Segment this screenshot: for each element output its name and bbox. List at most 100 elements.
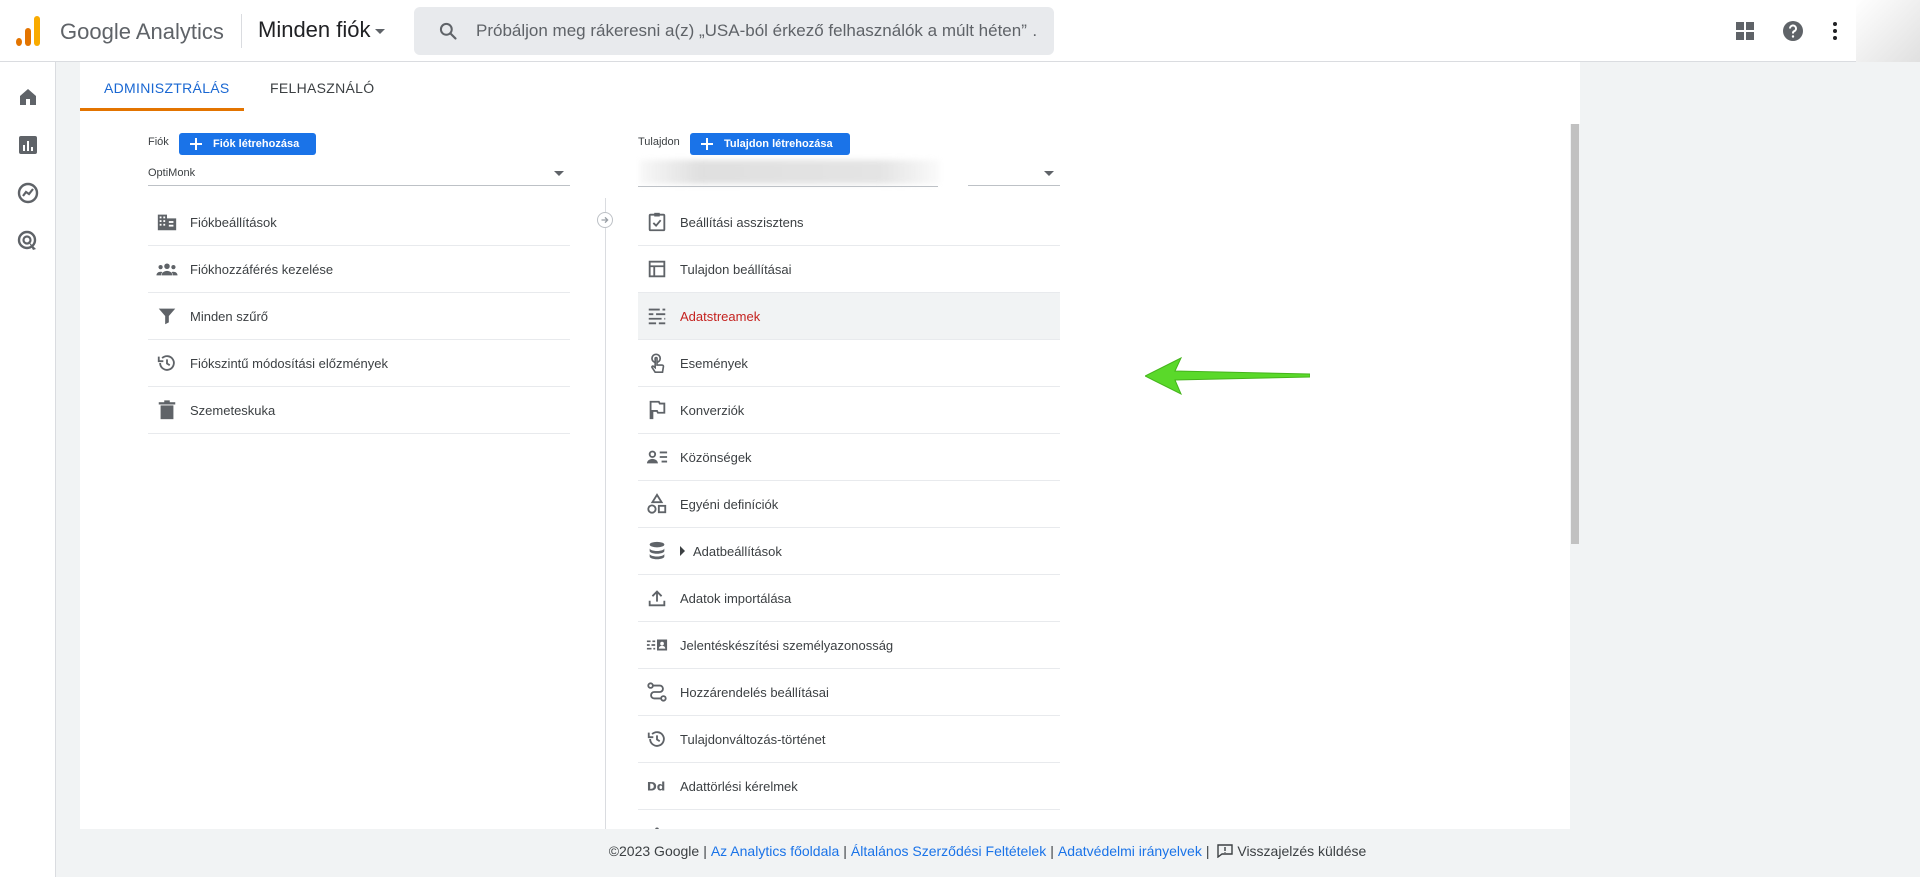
more-vert-icon[interactable] bbox=[1823, 19, 1847, 43]
search-icon bbox=[439, 22, 457, 40]
annotation-green-arrow-icon bbox=[1145, 356, 1310, 396]
expand-arrow-icon bbox=[680, 546, 685, 556]
dropdown-arrow-icon bbox=[554, 171, 564, 176]
menu-item-events[interactable]: Események bbox=[638, 340, 1060, 387]
menu-item-trash[interactable]: Szemeteskuka bbox=[148, 387, 570, 434]
menu-item-account-change-history[interactable]: Fiókszintű módosítási előzmények bbox=[148, 340, 570, 387]
app-name[interactable]: Google Analytics bbox=[60, 19, 224, 45]
search-input[interactable] bbox=[476, 19, 1036, 43]
partial-item-icon bbox=[655, 827, 659, 829]
feedback-icon bbox=[1217, 844, 1234, 858]
touch-icon bbox=[651, 353, 665, 373]
avatar[interactable] bbox=[1856, 0, 1920, 62]
plus-icon bbox=[190, 138, 202, 150]
menu-item-label: Fiókhozzáférés kezelése bbox=[190, 262, 334, 277]
menu-item-reporting-identity[interactable]: Jelentéskészítési személyazonosság bbox=[638, 622, 1060, 669]
property-dropdown-underline bbox=[638, 186, 938, 187]
menu-item-audiences[interactable]: Közönségek bbox=[638, 434, 1060, 481]
analytics-home-link[interactable]: Az Analytics főoldala bbox=[711, 843, 839, 859]
move-arrow-icon bbox=[597, 212, 613, 228]
copyright-text: ©2023 Google bbox=[608, 843, 700, 859]
menu-item-data-streams[interactable]: Adatstreamek bbox=[638, 293, 1060, 340]
top-app-bar: Google Analytics Minden fiók bbox=[0, 0, 1920, 62]
caret-down-icon bbox=[374, 28, 385, 34]
dropdown-arrow-icon bbox=[1044, 171, 1054, 176]
menu-item-setup-assistant[interactable]: Beállítási asszisztens bbox=[638, 199, 1060, 246]
menu-item-label: Események bbox=[680, 356, 748, 371]
menu-item-label: Adattörlési kérelmek bbox=[680, 779, 798, 794]
trash-icon bbox=[158, 400, 176, 420]
menu-item-account-access[interactable]: Fiókhozzáférés kezelése bbox=[148, 246, 570, 293]
menu-item-label: Közönségek bbox=[680, 450, 752, 465]
tab-administration[interactable]: ADMINISZTRÁLÁS bbox=[104, 80, 230, 96]
upload-icon bbox=[648, 590, 666, 607]
people-icon bbox=[156, 263, 178, 276]
shapes-icon bbox=[647, 493, 667, 514]
account-column-label: Fiók bbox=[148, 136, 169, 148]
separator: | bbox=[1205, 843, 1210, 859]
menu-item-partial[interactable] bbox=[638, 810, 1060, 829]
menu-item-data-settings[interactable]: Adatbeállítások bbox=[638, 528, 1060, 575]
svg-text:Dd: Dd bbox=[647, 780, 665, 794]
identity-icon bbox=[646, 639, 668, 651]
checklist-icon bbox=[648, 212, 666, 232]
active-tab-indicator bbox=[80, 108, 244, 111]
explore-icon[interactable] bbox=[16, 181, 40, 205]
analytics-logo-icon[interactable] bbox=[14, 16, 42, 46]
data-streams-icon bbox=[648, 308, 666, 325]
menu-item-data-import[interactable]: Adatok importálása bbox=[638, 575, 1060, 622]
reports-icon[interactable] bbox=[16, 133, 40, 157]
page-footer: ©2023 Google | Az Analytics főoldala | Által… bbox=[0, 843, 1920, 859]
menu-item-label: Fiókszintű módosítási előzmények bbox=[190, 356, 388, 371]
privacy-link[interactable]: Adatvédelmi irányelvek bbox=[1058, 843, 1202, 859]
account-dropdown[interactable]: OptiMonk bbox=[148, 162, 570, 186]
building-icon bbox=[157, 214, 177, 231]
menu-item-label-expandable: Adatbeállítások bbox=[680, 544, 782, 559]
database-icon bbox=[649, 541, 665, 560]
account-selector[interactable]: Minden fiók bbox=[258, 17, 385, 43]
dd-icon: Dd bbox=[647, 780, 665, 794]
plus-icon bbox=[701, 138, 713, 150]
menu-item-label: Beállítási asszisztens bbox=[680, 215, 804, 230]
tab-user[interactable]: FELHASZNÁLÓ bbox=[270, 80, 374, 96]
menu-item-label: Fiókbeállítások bbox=[190, 215, 277, 230]
menu-item-all-filters[interactable]: Minden szűrő bbox=[148, 293, 570, 340]
account-dropdown-value: OptiMonk bbox=[148, 167, 196, 179]
separator: | bbox=[843, 843, 847, 859]
scrollbar-thumb[interactable] bbox=[1571, 124, 1579, 544]
menu-item-label: Adatstreamek bbox=[680, 309, 761, 324]
menu-item-label: Adatok importálása bbox=[680, 591, 792, 606]
create-account-button[interactable]: Fiók létrehozása bbox=[179, 133, 316, 155]
menu-item-attribution-settings[interactable]: Hozzárendelés beállításai bbox=[638, 669, 1060, 716]
column-divider bbox=[605, 198, 606, 829]
menu-item-label: Tulajdon beállításai bbox=[680, 262, 792, 277]
terms-link[interactable]: Általános Szerződési Feltételek bbox=[851, 843, 1046, 859]
flag-icon bbox=[649, 400, 666, 420]
filter-icon bbox=[158, 308, 176, 325]
menu-item-label: Tulajdonváltozás-történet bbox=[680, 732, 826, 747]
send-feedback-button[interactable]: Visszajelzés küldése bbox=[1217, 843, 1366, 859]
menu-item-conversions[interactable]: Konverziók bbox=[638, 387, 1060, 434]
scrollbar[interactable] bbox=[1570, 124, 1580, 829]
menu-item-property-settings[interactable]: Tulajdon beállításai bbox=[638, 246, 1060, 293]
menu-item-property-change-history[interactable]: Tulajdonváltozás-történet bbox=[638, 716, 1060, 763]
create-property-button[interactable]: Tulajdon létrehozása bbox=[690, 133, 850, 155]
menu-item-data-deletion-requests[interactable]: Dd Adattörlési kérelmek bbox=[638, 763, 1060, 810]
property-dropdown-toggle[interactable] bbox=[968, 162, 1060, 186]
menu-item-label: Egyéni definíciók bbox=[680, 497, 779, 512]
menu-item-custom-definitions[interactable]: Egyéni definíciók bbox=[638, 481, 1060, 528]
menu-item-label: Adatbeállítások bbox=[693, 544, 782, 559]
admin-tabs: ADMINISZTRÁLÁS FELHASZNÁLÓ bbox=[80, 62, 400, 111]
home-icon[interactable] bbox=[16, 85, 40, 109]
menu-item-label: Minden szűrő bbox=[190, 309, 269, 324]
advertising-icon[interactable] bbox=[16, 229, 40, 253]
send-feedback-label: Visszajelzés küldése bbox=[1237, 843, 1367, 859]
menu-item-account-settings[interactable]: Fiókbeállítások bbox=[148, 199, 570, 246]
apps-grid-icon[interactable] bbox=[1733, 19, 1757, 43]
property-column-label: Tulajdon bbox=[638, 136, 680, 148]
left-nav-rail bbox=[0, 62, 56, 877]
search-box[interactable] bbox=[414, 7, 1054, 55]
help-icon[interactable] bbox=[1781, 19, 1805, 43]
audience-icon bbox=[646, 450, 668, 464]
redacted-property-name bbox=[640, 160, 940, 184]
